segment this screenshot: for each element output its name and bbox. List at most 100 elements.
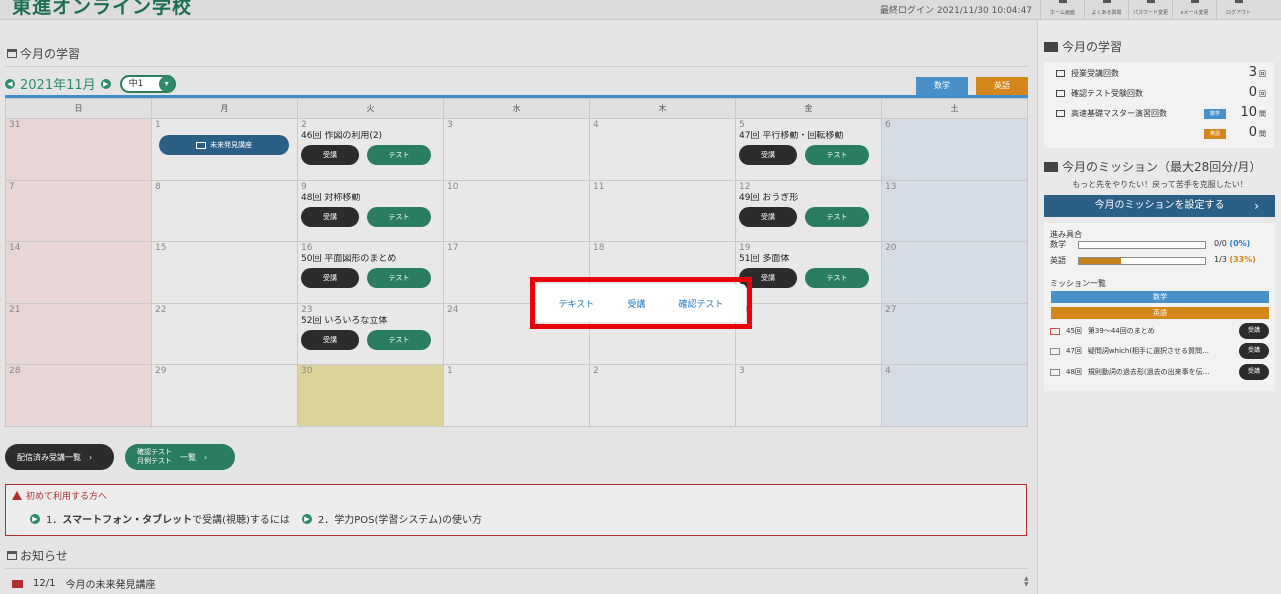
month-label: 2021年11月	[20, 78, 96, 93]
calendar-day[interactable]: 31	[5, 118, 152, 181]
calendar-day[interactable]: 8	[151, 179, 298, 242]
lesson-title: 52回 いろいろな立体	[301, 315, 388, 326]
nav-password[interactable]: パスワード変更	[1128, 0, 1172, 20]
prev-month-icon[interactable]: ◀	[5, 78, 15, 89]
nav-home[interactable]: ホーム画面	[1040, 0, 1084, 20]
calendar-day[interactable]: 2 46回 作図の利用(2) 受講 テスト	[297, 118, 444, 181]
calendar-day[interactable]: 21	[5, 302, 152, 365]
calendar-day[interactable]: 10	[443, 179, 590, 242]
question-icon	[1103, 0, 1111, 3]
day-number: 10	[447, 181, 459, 192]
calendar-icon	[7, 49, 17, 58]
news-scroll[interactable]: ▲ ▼	[1024, 576, 1029, 588]
attend-button[interactable]: 受講	[739, 145, 797, 165]
calendar-day[interactable]: 26	[735, 302, 882, 365]
calendar-day[interactable]: 29	[151, 364, 298, 427]
next-month-icon[interactable]: ▶	[100, 78, 111, 89]
test-button[interactable]: テスト	[805, 268, 869, 288]
test-button[interactable]: テスト	[367, 268, 431, 288]
calendar-day[interactable]: 16 50回 平面図形のまとめ 受講 テスト	[297, 241, 444, 304]
nav-logout[interactable]: ログアウト	[1216, 0, 1260, 20]
day-number: 20	[885, 243, 897, 253]
lesson-actions: 受講 テスト	[739, 268, 878, 288]
divider	[5, 66, 1028, 67]
test-button[interactable]: テスト	[367, 329, 431, 350]
mission-subtitle: もっと先をやりたい！戻って苦手を克服したい！	[1072, 180, 1248, 189]
attend-button[interactable]: 受講	[301, 206, 359, 227]
test-list-button[interactable]: 確認テスト 月例テスト 一覧 ›	[125, 444, 235, 470]
calendar-day[interactable]: 9 48回 対称移動 受講 テスト	[297, 179, 444, 242]
calendar-day[interactable]: 1	[443, 364, 590, 427]
nav-faq[interactable]: よくある質問	[1084, 0, 1128, 20]
pos-guide-link[interactable]: ▶ 2．学力POS(学習システム)の使い方	[301, 511, 482, 526]
special-lecture-button[interactable]: 未来発見講座	[159, 135, 289, 155]
calendar-day[interactable]: 6	[881, 118, 1028, 181]
tab-english[interactable]: 英語	[976, 77, 1028, 95]
calendar-day[interactable]: 22	[151, 302, 298, 365]
calendar-day[interactable]: 2	[589, 364, 736, 427]
lesson-actions: 受講 テスト	[301, 145, 440, 165]
test-button[interactable]: テスト	[367, 206, 431, 227]
weekday-header: 水	[443, 98, 590, 119]
attend-button[interactable]: 受講	[301, 268, 359, 288]
weekday-header: 土	[881, 98, 1028, 119]
divider	[5, 568, 1028, 569]
calendar-day[interactable]: 4	[589, 118, 736, 181]
key-icon	[1147, 0, 1155, 3]
attend-button[interactable]: 受講	[1239, 364, 1269, 380]
delivered-lectures-button[interactable]: 配信済み受講一覧 ›	[5, 444, 114, 470]
english-progress-bar	[1078, 257, 1206, 265]
id-card-icon	[1044, 161, 1058, 172]
calendar-day[interactable]: 19 51回 多面体 受講 テスト	[735, 241, 882, 304]
site-logo[interactable]: 東進オンライン学校	[12, 0, 192, 19]
chevron-right-icon: ▶	[301, 513, 312, 524]
calendar-day[interactable]: 7	[5, 179, 152, 242]
day-number: 4	[593, 120, 599, 130]
smartphone-guide-link[interactable]: ▶ 1．スマートフォン・タブレットで受講(視聴)するには	[30, 511, 290, 526]
attend-button[interactable]: 受講	[739, 206, 797, 227]
calendar-day[interactable]: 3	[735, 364, 882, 427]
first-time-notice: 初めて利用する方へ ▶ 1．スマートフォン・タブレットで受講(視聴)するには ▶ 2…	[5, 484, 1027, 536]
day-number: 9	[301, 181, 307, 192]
calendar-day[interactable]: 28	[5, 364, 152, 427]
calendar-day[interactable]: 12 49回 おうぎ形 受講 テスト	[735, 179, 882, 242]
day-number: 2	[301, 120, 307, 130]
attend-button[interactable]: 受講	[1239, 323, 1269, 339]
set-mission-button[interactable]: 今月のミッションを設定する ›	[1044, 195, 1275, 217]
calendar-day[interactable]: 23 52回 いろいろな立体 受講 テスト	[297, 302, 444, 365]
attend-button[interactable]: 受講	[301, 145, 359, 165]
test-button[interactable]: テスト	[367, 145, 431, 165]
calendar-day[interactable]: 3	[443, 118, 590, 181]
nav-email[interactable]: eメール変更	[1172, 0, 1216, 20]
calendar-day[interactable]: 13	[881, 179, 1028, 242]
calendar-day[interactable]: 1 未来発見講座	[151, 118, 298, 181]
review-icon	[1050, 327, 1060, 335]
test-button[interactable]: テスト	[805, 145, 869, 165]
attend-button[interactable]: 受講	[1239, 343, 1269, 359]
mission-english-bar[interactable]: 英語	[1051, 307, 1269, 319]
list-item: 48回 規則動詞の過去形(過去の出来事を伝… 受講	[1050, 363, 1269, 381]
calendar-day[interactable]: 14	[5, 241, 152, 304]
mission-math-bar[interactable]: 数学	[1051, 291, 1269, 303]
day-number: 17	[447, 243, 459, 253]
calendar-day[interactable]: 15	[151, 241, 298, 304]
calendar-day[interactable]: 30	[297, 364, 444, 427]
day-number: 2	[593, 366, 599, 376]
math-badge: 数学	[1204, 109, 1226, 119]
calendar-day[interactable]: 20	[881, 241, 1028, 304]
test-button[interactable]: テスト	[805, 206, 869, 227]
grade-select[interactable]: 中1 ▾	[119, 74, 176, 93]
calendar-day[interactable]: 5 47回 平行移動・回転移動 受講 テスト	[735, 118, 882, 181]
tab-math[interactable]: 数学	[916, 77, 968, 95]
calendar-icon	[7, 551, 17, 560]
calendar-day[interactable]: 11	[589, 179, 736, 242]
attend-button[interactable]: 受講	[301, 329, 359, 350]
day-number: 26	[739, 305, 878, 316]
list-item: 45回 第39〜44回のまとめ 受講	[1050, 322, 1269, 340]
day-number: 3	[739, 366, 745, 376]
day-number: 8	[155, 181, 161, 192]
chevron-right-icon: ▶	[30, 513, 40, 524]
news-item[interactable]: 12/1 今月の未来発見講座	[12, 576, 155, 591]
calendar-day[interactable]: 27	[881, 302, 1028, 365]
calendar-day[interactable]: 4	[881, 364, 1028, 427]
